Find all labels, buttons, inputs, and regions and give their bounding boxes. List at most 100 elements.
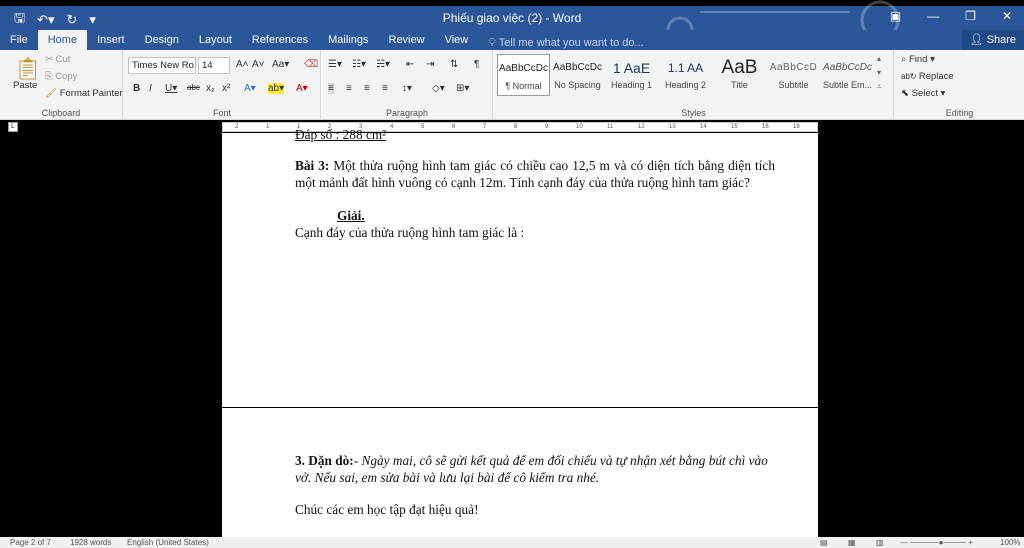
tab-home[interactable]: Home [37, 30, 88, 50]
tell-me-text: Tell me what you want to do... [498, 37, 644, 49]
style-no-spacing[interactable]: AaBbCcDc No Spacing [551, 54, 604, 96]
share-label: Share [986, 34, 1016, 46]
window-controls: ▣ — ❐ ✕ [890, 9, 1012, 23]
styles-more-icon[interactable]: ⩡ [877, 82, 882, 92]
exercise-3-label: Bài 3: [295, 158, 330, 173]
sort-icon[interactable]: ⇅ [450, 59, 458, 70]
tab-insert[interactable]: Insert [87, 30, 135, 50]
editing-group: ⌕ Find ▾ ab↻ Replace ⬉ Select ▾ Editing [895, 50, 1024, 120]
paste-button[interactable]: Paste [13, 80, 37, 91]
styles-label: Styles [681, 108, 706, 118]
style-subtle-emphasis[interactable]: AaBbCcDc Subtle Em... [821, 54, 874, 96]
shrink-font-icon[interactable]: A˅ [252, 59, 265, 70]
solution-heading: Giải. [337, 208, 365, 223]
style-subtitle[interactable]: AaBbCcD Subtitle [767, 54, 820, 96]
homework-label: 3. Dặn dò: [295, 453, 354, 468]
show-marks-icon[interactable]: ¶ [474, 59, 479, 70]
change-case-icon[interactable]: Aa▾ [272, 59, 289, 70]
exercise-3-paragraph: Bài 3: Một thửa ruộng hình tam giác có c… [295, 158, 775, 191]
increase-indent-icon[interactable]: ⇥ [426, 59, 434, 70]
line-spacing-icon[interactable]: ↕▾ [402, 83, 412, 94]
minimize-icon[interactable]: — [927, 9, 939, 23]
closing-line: Chúc các em học tập đạt hiệu quả! [295, 502, 479, 517]
zoom-slider[interactable]: — ─────●──── + [900, 538, 973, 547]
language[interactable]: English (United States) [127, 538, 209, 547]
find-button[interactable]: ⌕ Find ▾ [901, 54, 935, 65]
answer-line: Đáp số : 288 cm² [295, 127, 387, 142]
font-size-combo[interactable]: 14 [198, 57, 230, 74]
decrease-indent-icon[interactable]: ⇤ [406, 59, 414, 70]
tab-mailings[interactable]: Mailings [318, 30, 378, 50]
underline-icon[interactable]: U▾ [165, 83, 177, 94]
superscript-icon[interactable]: x² [222, 83, 230, 94]
bold-icon[interactable]: B [133, 83, 140, 94]
web-layout-icon[interactable]: ▥ [876, 538, 884, 547]
tab-layout[interactable]: Layout [189, 30, 242, 50]
homework-paragraph: 3. Dặn dò:- Ngày mai, cô sẽ gửi kết quả … [295, 453, 775, 486]
text-effects-icon[interactable]: A▾ [244, 83, 256, 94]
styles-group: AaBbCcDc ¶ Normal AaBbCcDc No Spacing 1 … [494, 50, 894, 120]
styles-scroll-down-icon[interactable]: ▾ [877, 68, 881, 77]
highlight-icon[interactable]: ab▾ [268, 83, 285, 94]
tab-selector[interactable]: L [8, 122, 18, 132]
copy-icon: ⎘ [45, 71, 56, 82]
close-icon[interactable]: ✕ [1002, 9, 1012, 23]
paste-icon[interactable]: 📋︎ [14, 56, 42, 82]
style-heading-1[interactable]: 1 AaE Heading 1 [605, 54, 658, 96]
ribbon-tabs: File Home Insert Design Layout Reference… [0, 30, 1024, 50]
title-bar: 🖫 ↶▾ ↻ ▾ Phiếu giao việc (2) - Word ▣ — … [0, 0, 1024, 40]
font-group: Times New Ro 14 A˄ A˅ Aa▾ ⌫ B I U▾ abc x… [124, 50, 321, 120]
page-count[interactable]: Page 2 of 7 [10, 538, 51, 547]
scissors-icon: ✂ [45, 54, 56, 65]
restore-icon[interactable]: ❐ [965, 9, 976, 23]
strikethrough-icon[interactable]: abc [187, 83, 200, 92]
tab-file[interactable]: File [0, 30, 38, 50]
font-name-combo[interactable]: Times New Ro [128, 57, 196, 74]
style-heading-2[interactable]: 1.1 AA Heading 2 [659, 54, 712, 96]
status-bar: Page 2 of 7 1928 words English (United S… [0, 537, 1024, 548]
borders-icon[interactable]: ⊞▾ [456, 83, 469, 94]
print-layout-icon[interactable]: ▦ [848, 538, 856, 547]
styles-scroll-up-icon[interactable]: ▴ [877, 54, 881, 63]
tab-view[interactable]: View [435, 30, 479, 50]
clipboard-group: 📋︎ Paste ✂ Cut ⎘ Copy 🖌︎ Format Painter … [0, 50, 123, 120]
document-page[interactable]: Đáp số : 288 cm² Bài 3: Một thửa ruộng h… [222, 127, 818, 407]
font-color-icon[interactable]: A▾ [296, 83, 308, 94]
cut-button[interactable]: ✂ Cut [45, 54, 70, 65]
ribbon-display-icon[interactable]: ▣ [890, 9, 901, 23]
exercise-3-text: Một thửa ruộng hình tam giác có chiều ca… [295, 158, 775, 190]
paragraph-label: Paragraph [385, 108, 429, 118]
align-left-icon[interactable]: ≡ [328, 83, 334, 94]
tab-review[interactable]: Review [379, 30, 435, 50]
read-mode-icon[interactable]: ▤ [820, 538, 828, 547]
format-painter-button[interactable]: 🖌︎ Format Painter [45, 88, 123, 99]
editing-label: Editing [945, 108, 974, 118]
font-label: Font [212, 108, 231, 118]
replace-button[interactable]: ab↻ Replace [901, 71, 954, 82]
tab-references[interactable]: References [242, 30, 318, 50]
justify-icon[interactable]: ≡ [382, 83, 388, 94]
tell-me-box[interactable]: 💡︎ Tell me what you want to do... [478, 33, 653, 50]
ribbon: 📋︎ Paste ✂ Cut ⎘ Copy 🖌︎ Format Painter … [0, 50, 1024, 120]
tab-design[interactable]: Design [135, 30, 189, 50]
italic-icon[interactable]: I [149, 83, 152, 94]
numbering-icon[interactable]: ☷▾ [352, 59, 366, 70]
word-count[interactable]: 1928 words [70, 538, 111, 547]
subscript-icon[interactable]: x₂ [206, 83, 215, 94]
document-title: Phiếu giao việc (2) - Word [442, 11, 582, 25]
style-normal[interactable]: AaBbCcDc ¶ Normal [497, 54, 550, 96]
copy-button[interactable]: ⎘ Copy [45, 71, 77, 82]
shading-icon[interactable]: ◇▾ [432, 83, 445, 94]
grow-font-icon[interactable]: A˄ [236, 59, 249, 70]
clear-formatting-icon[interactable]: ⌫ [304, 59, 318, 70]
bullets-icon[interactable]: ☰▾ [328, 59, 342, 70]
style-title[interactable]: AaB Title [713, 54, 766, 96]
document-page[interactable]: 3. Dặn dò:- Ngày mai, cô sẽ gửi kết quả … [222, 408, 818, 537]
align-right-icon[interactable]: ≡ [364, 83, 370, 94]
zoom-level[interactable]: 100% [1000, 538, 1020, 547]
align-center-icon[interactable]: ≡ [346, 83, 352, 94]
person-icon: 👤︎ [969, 34, 984, 46]
multilevel-list-icon[interactable]: ☵▾ [376, 59, 390, 70]
share-button[interactable]: 👤︎ Share [961, 30, 1024, 50]
select-button[interactable]: ⬉ Select ▾ [901, 88, 945, 99]
